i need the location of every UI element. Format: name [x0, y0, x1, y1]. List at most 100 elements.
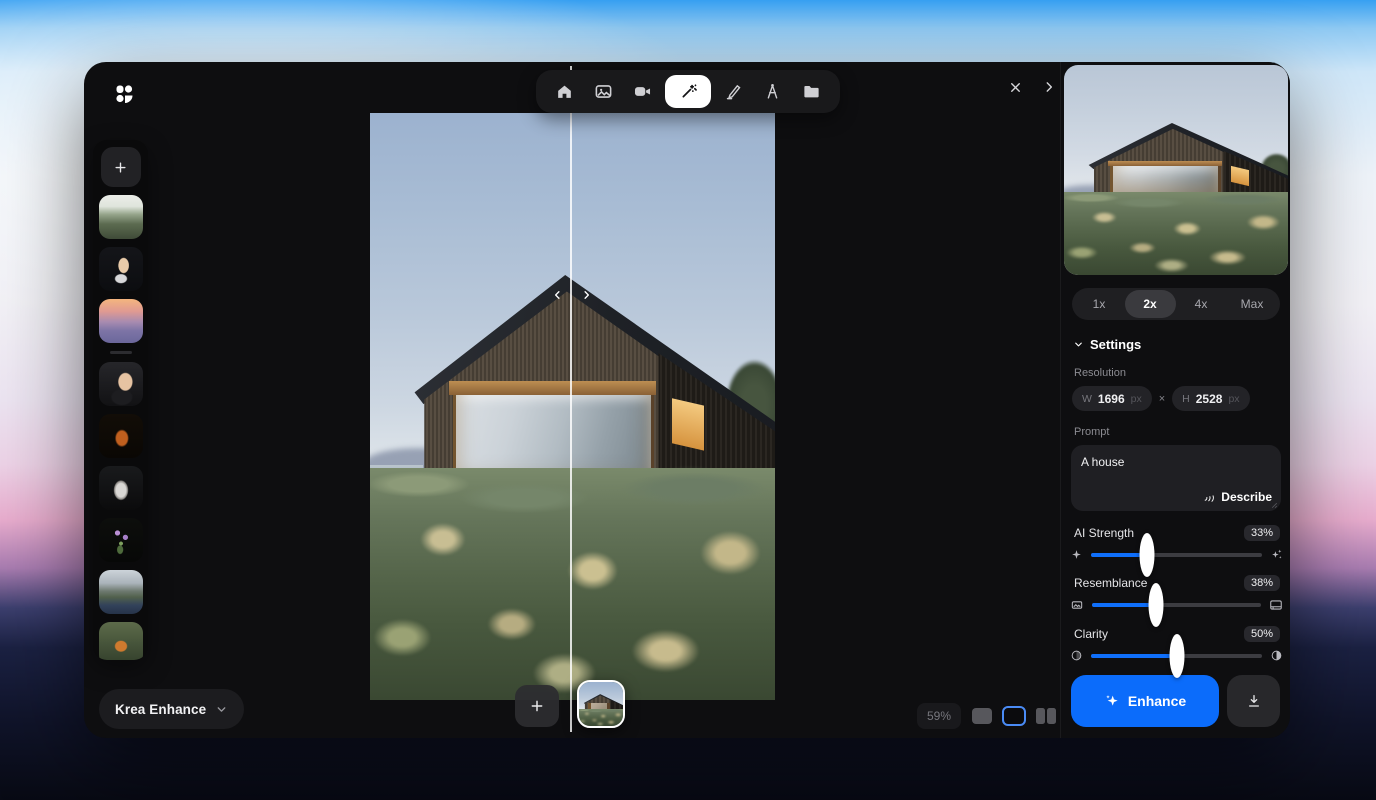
krea-app-window: Krea Enhance 59% [84, 62, 1290, 738]
scale-option-4x[interactable]: 4x [1176, 290, 1227, 318]
clarity-slider-thumb[interactable] [1169, 634, 1184, 678]
scribble-icon [1203, 491, 1216, 504]
image-large-icon [1269, 598, 1283, 612]
resemblance-slider-group: Resemblance 38% [1064, 575, 1287, 612]
model-name: Krea Enhance [115, 702, 206, 717]
scale-option-2x[interactable]: 2x [1125, 290, 1176, 318]
describe-label: Describe [1221, 490, 1272, 504]
sparkles-icon [1104, 693, 1120, 709]
contrast-high-icon [1270, 649, 1283, 662]
thumbnail-white-cat[interactable] [99, 466, 143, 510]
resemblance-slider-thumb[interactable] [1149, 583, 1164, 627]
zoom-level-badge[interactable]: 59% [917, 703, 961, 729]
ai-strength-slider-group: AI Strength 33% [1064, 525, 1287, 561]
clarity-slider-group: Clarity 50% [1064, 626, 1287, 662]
current-frame-thumbnail[interactable] [577, 680, 625, 728]
split-view-icon[interactable] [1002, 706, 1026, 726]
lit-window [672, 398, 704, 450]
height-value: 2528 [1196, 392, 1223, 406]
width-key: W [1082, 393, 1092, 405]
zoom-level-value: 59% [927, 709, 951, 723]
house-thumb [579, 682, 623, 726]
settings-section-toggle[interactable]: Settings [1073, 337, 1287, 352]
resolution-label: Resolution [1074, 367, 1287, 379]
multiply-sign: × [1159, 393, 1165, 405]
home-icon[interactable] [548, 75, 581, 108]
ai-strength-label: AI Strength [1074, 526, 1134, 540]
thumbnail-fox-night[interactable] [99, 414, 143, 458]
width-field[interactable]: W 1696 px [1072, 386, 1152, 411]
download-icon [1246, 693, 1262, 709]
prompt-input[interactable]: A house Describe [1071, 445, 1281, 511]
result-preview-image[interactable] [1064, 65, 1288, 275]
view-mode-toggles [972, 703, 1056, 729]
window-lintel [449, 381, 656, 395]
enhance-settings-panel: 1x 2x 4x Max Settings Resolution W 1696 … [1060, 62, 1290, 738]
resolution-inputs: W 1696 px × H 2528 px [1072, 386, 1287, 411]
plus-icon [529, 698, 545, 714]
clarity-value-badge: 50% [1244, 626, 1280, 642]
resemblance-label: Resemblance [1074, 576, 1147, 590]
window-controls [1002, 74, 1062, 100]
clarity-slider[interactable] [1091, 654, 1262, 658]
chevron-right-icon[interactable] [1036, 74, 1062, 100]
chevron-right-icon [581, 286, 592, 304]
enhance-button[interactable]: Enhance [1071, 675, 1219, 727]
resize-handle-icon[interactable] [1268, 499, 1278, 509]
canvas-image[interactable] [370, 113, 775, 700]
side-by-side-view-icon[interactable] [1036, 708, 1056, 724]
ai-strength-slider[interactable] [1091, 553, 1262, 557]
grass-tufts [370, 477, 775, 700]
chevron-left-icon [552, 286, 563, 304]
enhance-wand-icon[interactable] [665, 75, 711, 108]
resemblance-value-badge: 38% [1244, 575, 1280, 591]
video-icon[interactable] [626, 75, 659, 108]
thumbnail-fox-forest[interactable] [99, 622, 143, 660]
house-photo [370, 113, 775, 700]
prompt-label: Prompt [1074, 426, 1287, 438]
assets-folder-icon[interactable] [795, 75, 828, 108]
ai-strength-slider-thumb[interactable] [1140, 533, 1155, 577]
add-frame-button[interactable] [515, 685, 559, 727]
chevron-down-icon [1073, 339, 1084, 350]
upscale-factor-control: 1x 2x 4x Max [1072, 288, 1280, 320]
compare-slider-handle[interactable] [552, 286, 592, 304]
thumbnail-green-hills[interactable] [99, 195, 143, 239]
resemblance-slider[interactable] [1092, 603, 1261, 607]
thumbnail-profile-portrait[interactable] [99, 247, 143, 291]
add-image-button[interactable] [101, 147, 141, 187]
describe-button[interactable]: Describe [1203, 490, 1272, 504]
house-preview [1064, 65, 1288, 275]
krea-logo-icon[interactable] [114, 84, 134, 104]
settings-label: Settings [1090, 337, 1141, 352]
chevron-down-icon [215, 703, 228, 716]
ai-strength-value-badge: 33% [1244, 525, 1280, 541]
sparkle-min-icon [1070, 548, 1083, 561]
clarity-label: Clarity [1074, 627, 1108, 641]
height-unit: px [1228, 393, 1239, 405]
scale-option-max[interactable]: Max [1227, 290, 1278, 318]
gallery-icon[interactable] [587, 75, 620, 108]
close-icon[interactable] [1002, 74, 1028, 100]
model-selector-dropdown[interactable]: Krea Enhance [99, 689, 244, 729]
download-button[interactable] [1227, 675, 1280, 727]
panel-actions: Enhance [1071, 675, 1287, 727]
single-view-icon[interactable] [972, 708, 992, 724]
thumbnail-sunset-mountains[interactable] [99, 299, 143, 343]
thumbnail-woman-portrait[interactable] [99, 362, 143, 406]
sidebar-divider [110, 351, 132, 354]
compare-slider-line[interactable] [570, 66, 572, 732]
plus-icon [113, 160, 128, 175]
prompt-value: A house [1081, 455, 1124, 469]
height-field[interactable]: H 2528 px [1172, 386, 1249, 411]
height-key: H [1182, 393, 1190, 405]
draw-pen-icon[interactable] [717, 75, 750, 108]
image-small-icon [1070, 598, 1084, 612]
train-compass-icon[interactable] [756, 75, 789, 108]
thumbnail-mountain-lake[interactable] [99, 570, 143, 614]
main-toolbar [536, 70, 840, 113]
sparkle-max-icon [1270, 548, 1283, 561]
desktop-background: Krea Enhance 59% [0, 0, 1376, 800]
thumbnail-purple-flowers[interactable] [99, 518, 143, 562]
scale-option-1x[interactable]: 1x [1074, 290, 1125, 318]
